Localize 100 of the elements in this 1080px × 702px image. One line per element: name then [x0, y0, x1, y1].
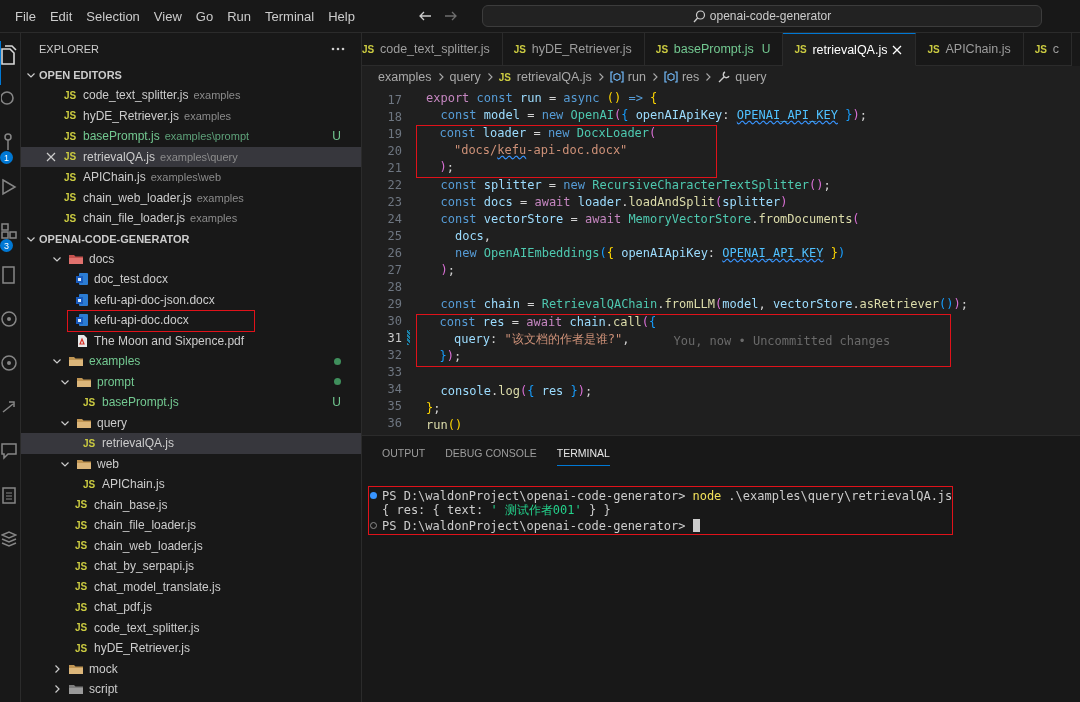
close-icon[interactable]	[45, 150, 57, 163]
line-number: 26	[387, 245, 402, 260]
folder-item[interactable]: mock	[21, 658, 361, 679]
line-number: 17	[387, 92, 402, 107]
explorer-file[interactable]: JS code_text_splitter.js	[21, 617, 361, 638]
menu-item[interactable]: Selection	[79, 8, 147, 24]
js-file-icon: JS	[75, 642, 89, 654]
panel-tab[interactable]: TERMINAL	[556, 440, 610, 466]
js-file-icon: JS	[64, 212, 78, 224]
open-editor-item[interactable]: JS APIChain.js examples\web	[21, 167, 361, 188]
open-editor-item[interactable]: JS hyDE_Retriever.js examples	[21, 105, 361, 126]
open-editor-item[interactable]: JS chain_web_loader.js examples	[21, 187, 361, 208]
breadcrumb-item[interactable]: retrievalQA.js	[516, 70, 592, 84]
explorer-file[interactable]: JS chain_base.js	[21, 494, 361, 515]
js-file-icon: JS	[655, 43, 670, 55]
explorer-file[interactable]: The Moon and Sixpence.pdf	[21, 330, 361, 351]
editor-tab[interactable]: JS hyDE_Retriever.js	[502, 33, 645, 66]
breadcrumb-item[interactable]: query	[449, 70, 481, 84]
menu-item[interactable]: View	[146, 8, 189, 24]
explorer-file[interactable]: kefu-api-doc.docx	[21, 310, 361, 331]
menu-item[interactable]: Run	[220, 8, 258, 24]
menu-item[interactable]: Help	[321, 8, 362, 24]
command-center-search[interactable]: openai-code-generator	[482, 5, 1042, 27]
chat-icon[interactable]	[1, 441, 17, 461]
tab-label: code_text_splitter.js	[380, 42, 490, 56]
editor-tab[interactable]: JS code_text_splitter.js	[362, 33, 503, 66]
folder-item[interactable]: docs	[21, 248, 361, 269]
open-editor-item[interactable]: JS chain_file_loader.js examples	[21, 208, 361, 229]
breadcrumb-item[interactable]: query	[735, 70, 767, 84]
explorer-file[interactable]: doc_test.docx	[21, 269, 361, 290]
panel-tab[interactable]: DEBUG CONSOLE	[445, 440, 537, 466]
explorer-file[interactable]: JS APIChain.js	[21, 474, 361, 495]
back-arrow-icon[interactable]	[418, 9, 432, 23]
menu-item[interactable]: Terminal	[258, 8, 322, 24]
file-name: code_text_splitter.js	[83, 88, 189, 103]
inline-blame: You, now • Uncommitted changes	[673, 333, 891, 348]
folder-item[interactable]: query	[21, 412, 361, 433]
more-icon[interactable]	[331, 47, 345, 51]
section-header[interactable]: OPENAI-CODE-GENERATOR	[21, 228, 361, 249]
blocks-icon[interactable]	[1, 221, 17, 241]
folder-item[interactable]: web	[21, 453, 361, 474]
folder-item[interactable]: script	[21, 679, 361, 700]
explorer-file[interactable]: JS chat_model_translate.js	[21, 576, 361, 597]
js-file-icon: JS	[64, 89, 78, 101]
menu-item[interactable]: Edit	[42, 8, 80, 24]
folder-item[interactable]: examples	[21, 351, 361, 372]
code-line: const model = new OpenAI({ openAIApiKey: OPENAI_API_KEY });	[439, 108, 867, 124]
close-icon[interactable]	[891, 43, 904, 56]
menu-item[interactable]: File	[8, 8, 43, 24]
line-number: 36	[387, 415, 402, 430]
stack-icon[interactable]	[1, 529, 17, 549]
pdf-document-icon	[75, 333, 89, 348]
line-number: 28	[387, 279, 402, 294]
activity-item[interactable]: 3	[0, 217, 20, 261]
folder-item[interactable]: prompt	[21, 371, 361, 392]
js-file-icon: JS	[75, 581, 89, 593]
explorer-file[interactable]: kefu-api-doc-json.docx	[21, 289, 361, 310]
circle-icon[interactable]	[1, 309, 17, 329]
section-header[interactable]: OPEN EDITORS	[21, 65, 361, 85]
explorer-file[interactable]: JS chat_pdf.js	[21, 597, 361, 618]
explorer-file[interactable]: JS hyDE_Retriever.js	[21, 638, 361, 659]
activity-item[interactable]: 1	[0, 129, 20, 173]
count-badge: 1	[0, 151, 13, 164]
explorer-file[interactable]: JS basePrompt.js U	[21, 392, 361, 413]
js-file-icon: JS	[75, 499, 89, 511]
open-editor-item[interactable]: JS code_text_splitter.js examples	[21, 85, 361, 106]
editor-tab[interactable]: JS c	[1023, 33, 1072, 66]
circle-icon[interactable]	[1, 353, 17, 373]
explorer-file[interactable]: JS chain_web_loader.js	[21, 535, 361, 556]
js-file-icon: JS	[75, 622, 89, 634]
line-number: 32	[387, 347, 402, 362]
explorer-file[interactable]: JS chat_by_serpapi.js	[21, 556, 361, 577]
code-line: "docs/kefu-api-doc.docx"	[452, 143, 628, 159]
code-line: new OpenAIEmbeddings({ openAIApiKey: OPENAI_API_KEY })	[453, 246, 846, 262]
editor-tab[interactable]: JS APIChain.js	[916, 33, 1024, 66]
explorer-file[interactable]: JS retrievalQA.js	[21, 433, 361, 454]
play-icon[interactable]	[1, 177, 17, 197]
explorer-file[interactable]: JS chain_file_loader.js	[21, 515, 361, 536]
editor-tab[interactable]: JS retrievalQA.js	[783, 33, 917, 66]
git-status-label: U	[331, 395, 341, 410]
file-name: retrievalQA.js	[83, 149, 156, 164]
file-path: examples\web	[150, 171, 222, 184]
git-status-label: U	[760, 42, 771, 56]
tab-label: hyDE_Retriever.js	[531, 42, 632, 56]
open-editor-item[interactable]: JS basePrompt.js examples\prompt U	[21, 126, 361, 147]
js-file-icon: JS	[83, 478, 97, 490]
breadcrumb-item[interactable]: res	[681, 70, 700, 84]
open-editor-item[interactable]: JS retrievalQA.js examples\query	[21, 146, 361, 167]
wrench-icon	[717, 70, 732, 84]
breadcrumb-item[interactable]: examples	[378, 70, 432, 84]
line-number: 19	[387, 126, 402, 141]
breadcrumb-item[interactable]: run	[627, 70, 646, 84]
book-icon[interactable]	[1, 265, 17, 285]
panel-tab[interactable]: OUTPUT	[382, 440, 426, 466]
line-number: 27	[387, 262, 402, 277]
forward-arrow-icon[interactable]	[444, 9, 458, 23]
files-icon[interactable]	[1, 45, 17, 65]
menu-item[interactable]: Go	[188, 8, 221, 24]
clipboard-icon[interactable]	[1, 485, 17, 505]
js-file-icon: JS	[75, 519, 89, 531]
